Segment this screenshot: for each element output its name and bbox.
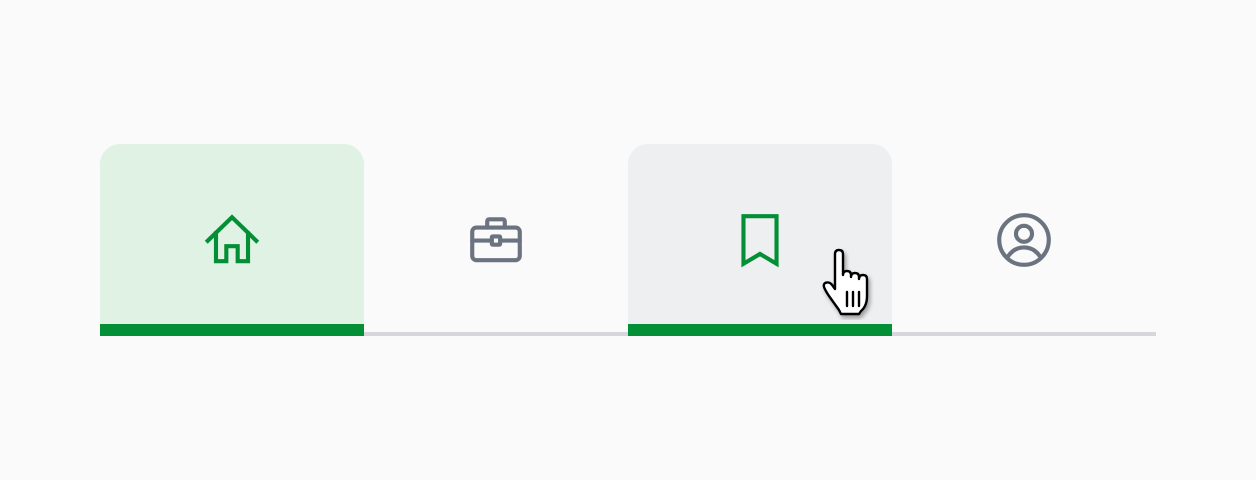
tab-home[interactable] [100, 144, 364, 336]
user-circle-icon [993, 209, 1055, 271]
bottom-tab-bar [100, 144, 1156, 336]
tab-work[interactable] [364, 144, 628, 336]
tab-profile[interactable] [892, 144, 1156, 336]
home-icon [201, 209, 263, 271]
active-tab-indicator [100, 324, 364, 336]
hover-tab-indicator [628, 324, 892, 336]
tab-saved[interactable] [628, 144, 892, 336]
briefcase-icon [465, 209, 527, 271]
bookmark-icon [729, 209, 791, 271]
